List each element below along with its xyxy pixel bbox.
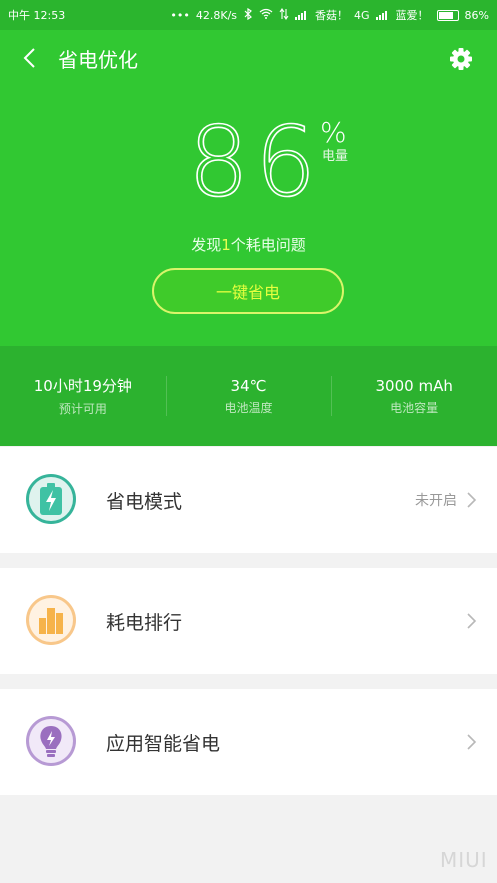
bluetooth-icon: [243, 7, 253, 23]
stat-label: 预计可用: [58, 402, 107, 416]
consumption-ranking-label: 耗电排行: [106, 611, 183, 634]
status-indicators: ••• 42.8K/s 香菇！ 4G 蓝爱！ 86%: [170, 7, 489, 23]
power-saving-mode-label: 省电模式: [106, 490, 183, 513]
status-time: 中午 12:53: [8, 9, 66, 22]
carrier-1: 香菇！: [315, 9, 349, 22]
battery-stats: 10小时19分钟 预计可用 34℃ 电池温度 3000 mAh 电池容量: [0, 346, 497, 446]
network-type: 4G: [354, 8, 370, 22]
gear-icon[interactable]: [447, 45, 475, 73]
status-bar: 中午 12:53 ••• 42.8K/s 香菇！ 4G 蓝爱！ 86%: [0, 0, 497, 30]
chevron-right-icon: [466, 732, 478, 752]
status-battery-percent: 86%: [464, 8, 489, 22]
carrier-2: 蓝爱！: [395, 9, 429, 22]
stat-remaining-time: 10小时19分钟 预计可用: [0, 346, 166, 446]
back-arrow-icon[interactable]: [20, 46, 40, 70]
issues-suffix: 个耗电问题: [230, 236, 306, 254]
ranking-chart-icon: [25, 594, 77, 646]
smart-app-saving-item[interactable]: 应用智能省电: [0, 689, 497, 795]
stat-value: 34℃: [230, 376, 267, 395]
issues-count: 1: [221, 236, 231, 254]
page-title: 省电优化: [58, 48, 138, 72]
miui-watermark: MIUI: [440, 848, 488, 872]
lightbulb-icon: [25, 715, 77, 767]
stat-capacity: 3000 mAh 电池容量: [331, 346, 497, 446]
battery-mode-icon: [25, 473, 77, 525]
battery-icon: [436, 9, 459, 21]
stat-value: 3000 mAh: [375, 376, 453, 395]
status-dots: •••: [170, 8, 190, 22]
one-click-optimize-button[interactable]: 一键省电: [152, 268, 344, 314]
stat-temperature: 34℃ 电池温度: [165, 346, 332, 446]
consumption-ranking-item[interactable]: 耗电排行: [0, 568, 497, 674]
data-arrows-icon: [279, 7, 289, 23]
net-speed: 42.8K/s: [195, 8, 238, 22]
battery-level-value: 86: [187, 106, 323, 218]
signal-icon-2: [375, 10, 390, 20]
battery-header: 省电优化 86 % 电量 发现1个耗电问题 一键省电: [0, 30, 497, 346]
issues-prefix: 发现: [191, 236, 222, 254]
stat-label: 电池容量: [390, 400, 439, 415]
power-saving-mode-status: 未开启: [415, 493, 457, 509]
stat-value: 10小时19分钟: [33, 377, 132, 395]
chevron-right-icon: [466, 490, 478, 510]
chevron-right-icon: [466, 611, 478, 631]
signal-icon-1: [295, 10, 309, 20]
issues-summary: 发现1个耗电问题: [0, 234, 497, 255]
power-saving-mode-item[interactable]: 省电模式 未开启: [0, 447, 497, 553]
wifi-icon: [259, 8, 273, 22]
battery-level-label: 电量: [322, 149, 349, 164]
stat-label: 电池温度: [224, 400, 273, 415]
smart-app-saving-label: 应用智能省电: [106, 732, 221, 755]
